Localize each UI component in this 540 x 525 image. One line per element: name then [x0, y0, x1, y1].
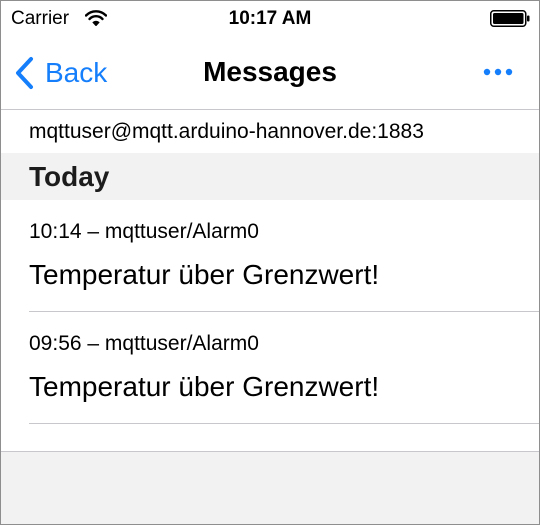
- page-title: Messages: [203, 56, 337, 87]
- battery-icon: [490, 10, 530, 27]
- navigation-bar: Back Messages: [1, 37, 539, 110]
- status-bar: Carrier 10:17 AM: [1, 1, 539, 37]
- app-screen: Carrier 10:17 AM Back Messages mqttuser@…: [0, 0, 540, 525]
- message-row[interactable]: 09:56 – mqttuser/Alarm0 Temperatur über …: [1, 312, 539, 424]
- message-text: Temperatur über Grenzwert!: [29, 259, 380, 290]
- section-header: Today: [1, 153, 539, 200]
- message-meta: 10:14 – mqttuser/Alarm0: [29, 220, 259, 243]
- status-time: 10:17 AM: [228, 8, 312, 29]
- message-text: Temperatur über Grenzwert!: [29, 371, 380, 402]
- table-footer-area: [1, 452, 539, 524]
- message-meta: 09:56 – mqttuser/Alarm0: [29, 332, 259, 355]
- section-title: Today: [29, 161, 110, 192]
- empty-row: [1, 424, 539, 451]
- message-row[interactable]: 10:14 – mqttuser/Alarm0 Temperatur über …: [1, 200, 539, 312]
- server-info-row: mqttuser@mqtt.arduino-hannover.de:1883: [1, 110, 539, 153]
- more-icon[interactable]: [479, 61, 519, 83]
- server-address: mqttuser@mqtt.arduino-hannover.de:1883: [29, 120, 424, 143]
